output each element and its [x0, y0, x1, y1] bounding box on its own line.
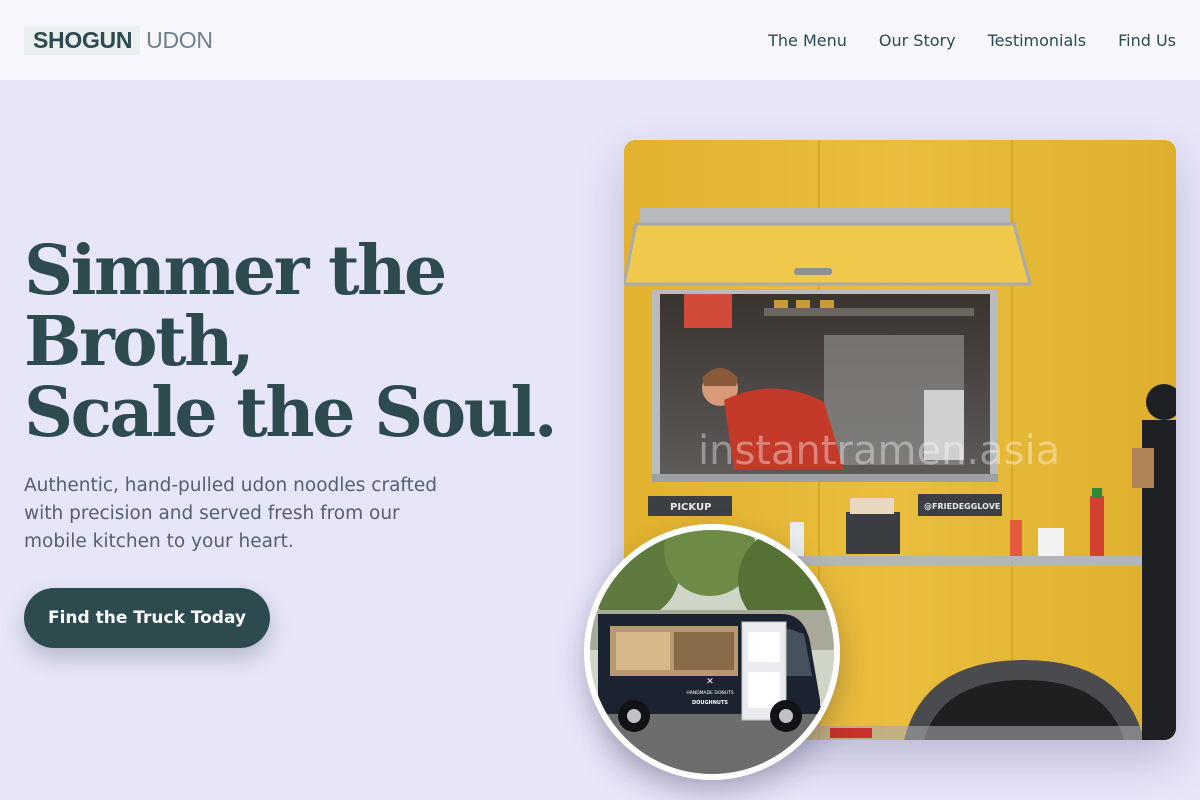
svg-text:✕: ✕ — [706, 677, 714, 687]
main-nav: The Menu Our Story Testimonials Find Us — [768, 31, 1176, 50]
hero-subtext: Authentic, hand-pulled udon noodles craf… — [24, 475, 437, 552]
photo-watermark: instantramen.asia — [698, 428, 1061, 474]
truck-lettering-1: HANDMADE DONUTS — [686, 690, 733, 696]
hero-headline: Simmer the Broth, Scale the Soul. — [24, 236, 584, 449]
pickup-sign: PICKUP — [670, 502, 711, 513]
secondary-truck-photo: ✕ HANDMADE DONUTS DOUGHNUTS — [584, 524, 840, 780]
dark-truck-illustration: ✕ HANDMADE DONUTS DOUGHNUTS — [590, 530, 834, 774]
truck-lettering-2: DOUGHNUTS — [692, 700, 728, 706]
handle-sign: @FRIEDEGGLOVE — [924, 502, 1000, 511]
headline-line-2: Broth, — [24, 302, 255, 382]
logo[interactable]: SHOGUN UDON — [24, 25, 213, 55]
headline-line-3: Scale the Soul. — [24, 373, 558, 453]
nav-link-our-story[interactable]: Our Story — [879, 31, 956, 50]
find-truck-button[interactable]: Find the Truck Today — [24, 588, 270, 648]
nav-link-find-us[interactable]: Find Us — [1118, 31, 1176, 50]
nav-link-testimonials[interactable]: Testimonials — [988, 31, 1087, 50]
logo-strong-text: SHOGUN — [24, 25, 141, 55]
logo-light-text: UDON — [146, 26, 213, 53]
site-header: SHOGUN UDON The Menu Our Story Testimoni… — [0, 0, 1200, 80]
headline-line-1: Simmer the — [24, 231, 447, 311]
nav-link-menu[interactable]: The Menu — [768, 31, 847, 50]
